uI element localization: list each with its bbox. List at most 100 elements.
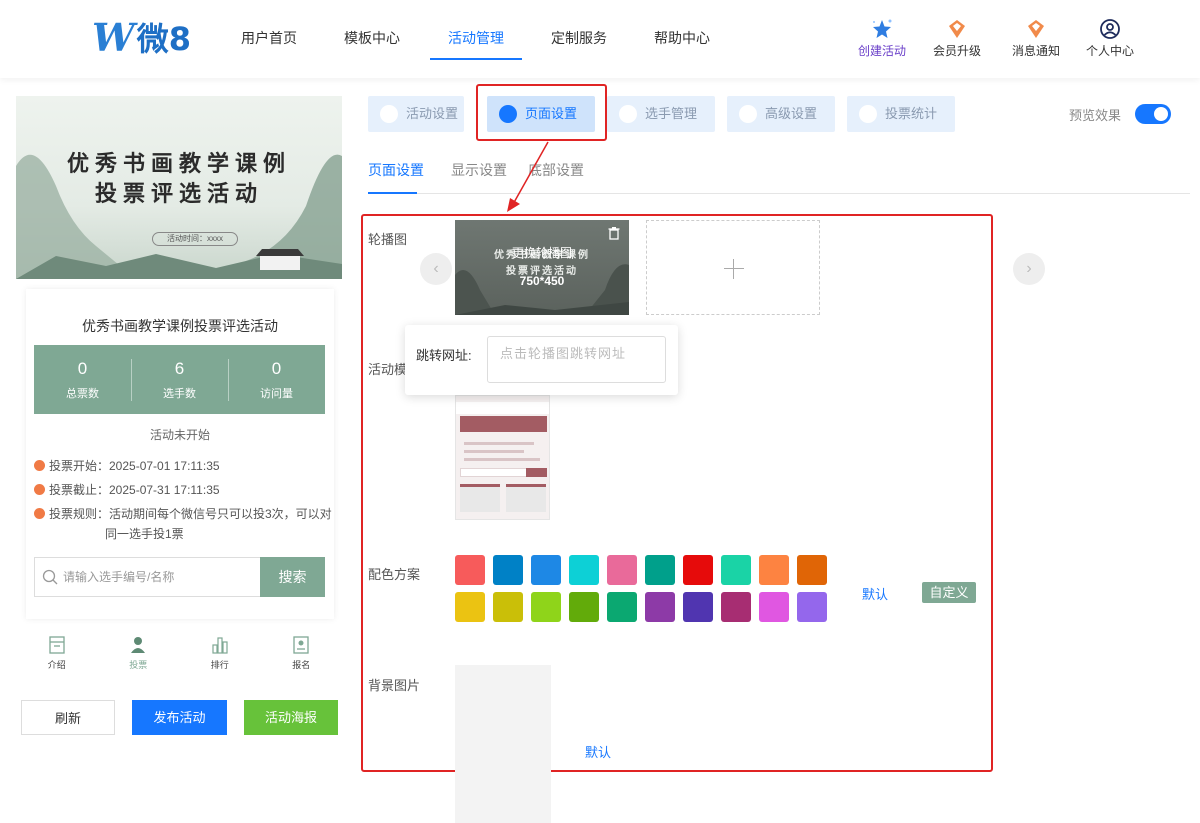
template-thumb-line [464, 450, 524, 453]
stat-contestants: 6 选手数 [131, 345, 228, 414]
jump-url-input[interactable] [487, 336, 666, 383]
bottom-tab-signup-label: 报名 [292, 660, 311, 670]
refresh-button[interactable]: 刷新 [21, 700, 115, 735]
template-thumb-stats [460, 416, 547, 432]
vote-start-info: 投票开始：2025-07-01 17:11:35 [34, 456, 220, 476]
bottom-tab-vote[interactable]: 投票 [98, 630, 180, 674]
default-color-button[interactable]: 默认 [862, 584, 888, 603]
color-swatch[interactable] [645, 592, 675, 622]
tab-vote-statistics-label: 投票统计 [885, 106, 938, 121]
member-upgrade-button[interactable]: 会员升级 [927, 18, 987, 59]
carousel-size-text: 750*450 [519, 274, 565, 288]
activity-poster-button[interactable]: 活动海报 [244, 700, 338, 735]
nav-home[interactable]: 用户首页 [241, 28, 297, 48]
bottom-tab-ranking-label: 排行 [210, 660, 229, 670]
stat-contestants-value: 6 [174, 359, 185, 378]
color-swatch[interactable] [569, 592, 599, 622]
stat-total-votes-label: 总票数 [66, 388, 99, 400]
color-swatch[interactable] [683, 592, 713, 622]
bottom-tab-signup[interactable]: 报名 [261, 630, 343, 674]
nav-active-underline [430, 58, 522, 60]
trash-icon[interactable] [607, 226, 621, 240]
banner-title-line2: 投票评选活动 [94, 181, 263, 207]
nav-activity-management[interactable]: 活动管理 [448, 28, 504, 48]
subtab-display-settings[interactable]: 显示设置 [451, 160, 507, 180]
template-thumbnail[interactable] [455, 395, 550, 520]
bottom-tab-intro[interactable]: 介绍 [16, 630, 98, 674]
color-swatch[interactable] [607, 555, 637, 585]
nav-templates[interactable]: 模板中心 [344, 28, 400, 48]
subtab-divider [368, 193, 1190, 194]
activity-title: 优秀书画教学课例投票评选活动 [82, 318, 278, 334]
activity-status: 活动未开始 [149, 428, 210, 442]
bottom-tab-vote-label: 投票 [129, 660, 148, 670]
notifications-button[interactable]: 消息通知 [1006, 18, 1066, 59]
nav-custom-service[interactable]: 定制服务 [551, 28, 607, 48]
logo-text: 微8 [136, 20, 191, 58]
color-swatch[interactable] [569, 555, 599, 585]
tab-activity-settings-label: 活动设置 [406, 106, 459, 121]
tab-vote-statistics[interactable]: 投票统计 [847, 96, 955, 132]
color-swatch[interactable] [721, 592, 751, 622]
top-header: W 微8 用户首页 模板中心 活动管理 定制服务 帮助中心 创建活动 会员升级 … [0, 0, 1200, 78]
color-swatch[interactable] [607, 592, 637, 622]
color-swatch[interactable] [797, 592, 827, 622]
vote-end-text: 投票截止：2025-07-31 17:11:35 [49, 483, 220, 497]
vote-rule-line2: 同一选手投1票 [105, 527, 184, 541]
color-swatch[interactable] [455, 592, 485, 622]
vote-end-info: 投票截止：2025-07-31 17:11:35 [34, 480, 220, 500]
user-icon [1100, 19, 1120, 39]
annotation-arrow [507, 141, 549, 212]
color-swatch[interactable] [797, 555, 827, 585]
search-button[interactable]: 搜索 [260, 557, 325, 597]
user-center-label: 个人中心 [1085, 44, 1134, 58]
color-swatch[interactable] [493, 592, 523, 622]
color-swatch[interactable] [455, 555, 485, 585]
search-input[interactable] [63, 558, 253, 596]
person-icon [131, 637, 146, 653]
color-swatch[interactable] [531, 592, 561, 622]
background-image-label: 背景图片 [368, 678, 421, 693]
bottom-tab-ranking[interactable]: 排行 [179, 630, 261, 674]
stats-panel: 0 总票数 6 选手数 0 访问量 [34, 345, 325, 414]
member-upgrade-label: 会员升级 [932, 44, 981, 58]
background-default-button[interactable]: 默认 [585, 742, 611, 761]
color-swatch[interactable] [531, 555, 561, 585]
color-swatch[interactable] [645, 555, 675, 585]
template-thumb-header [456, 402, 549, 414]
ranking-icon [212, 637, 228, 654]
preview-effect-toggle[interactable] [1135, 104, 1171, 124]
create-activity-button[interactable]: 创建活动 [852, 18, 912, 59]
preview-effect-label: 预览效果 [1069, 108, 1122, 123]
color-swatch[interactable] [683, 555, 713, 585]
crown-icon [949, 20, 965, 38]
carousel-next-button[interactable]: › [1013, 253, 1045, 285]
notifications-label: 消息通知 [1011, 44, 1060, 58]
create-activity-label: 创建活动 [857, 44, 906, 58]
tab-advanced-settings[interactable]: 高级设置 [727, 96, 835, 132]
tab-contestant-management-label: 选手管理 [645, 106, 698, 121]
background-image-thumbnail[interactable] [455, 665, 551, 823]
logo[interactable]: W 微8 [92, 14, 191, 60]
info-dot-icon [34, 508, 45, 519]
add-carousel-slide-button[interactable] [646, 220, 820, 315]
stat-visits: 0 访问量 [228, 345, 325, 414]
color-swatch[interactable] [493, 555, 523, 585]
stat-visits-value: 0 [271, 359, 282, 378]
color-swatch[interactable] [759, 592, 789, 622]
nav-help[interactable]: 帮助中心 [654, 28, 710, 48]
publish-activity-button[interactable]: 发布活动 [132, 700, 227, 735]
carousel-image[interactable]: 优秀书画教学课例 投票评选活动 更换轮播图 750*450 [455, 220, 629, 315]
jump-url-popup: 跳转网址: [405, 325, 678, 395]
color-swatch[interactable] [759, 555, 789, 585]
tab-activity-settings[interactable]: 活动设置 [368, 96, 464, 132]
carousel-prev-button[interactable]: ‹ [420, 253, 452, 285]
custom-color-button[interactable]: 自定义 [922, 582, 976, 603]
user-center-button[interactable]: 个人中心 [1080, 18, 1140, 59]
logo-mark: W [92, 14, 135, 60]
color-swatch[interactable] [721, 555, 751, 585]
preview-banner: 优秀书画教学课例 投票评选活动 活动时间：xxxx [16, 96, 342, 279]
tab-contestant-management[interactable]: 选手管理 [607, 96, 715, 132]
subtab-page-settings[interactable]: 页面设置 [368, 160, 424, 180]
chevron-right-icon: › [1026, 260, 1032, 277]
